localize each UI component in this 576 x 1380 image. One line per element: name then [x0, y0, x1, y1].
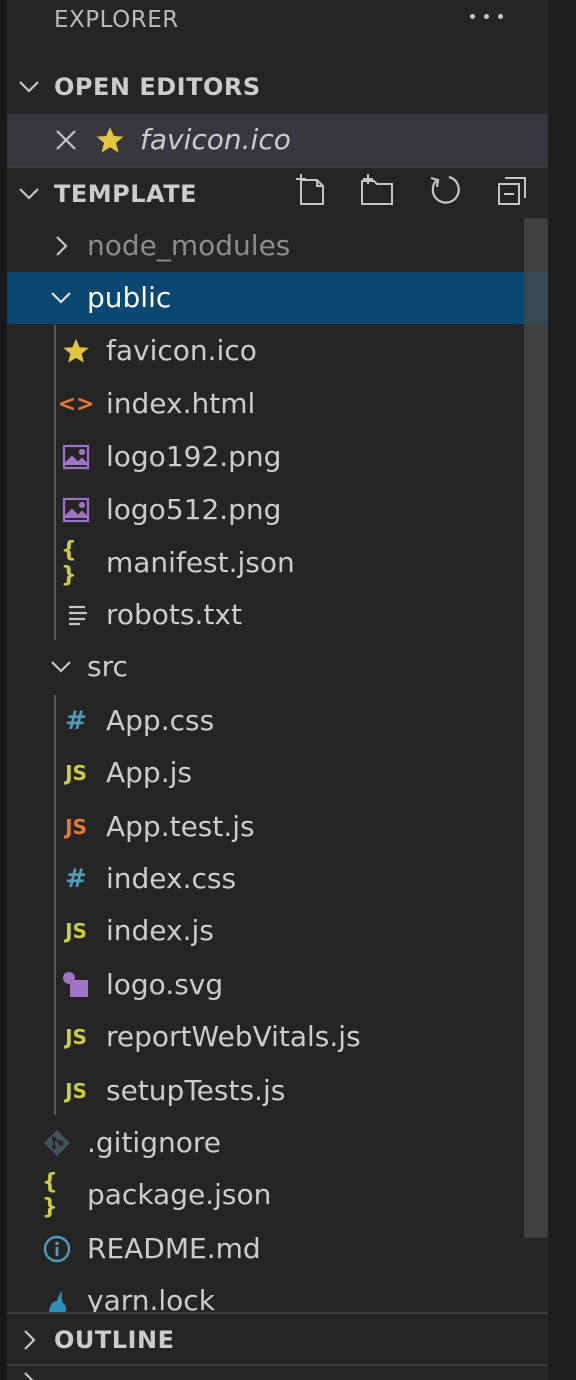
chevron-down-icon: [49, 655, 73, 679]
tree-item-label: README.md: [87, 1232, 261, 1265]
tree-item-label: package.json: [87, 1178, 272, 1211]
tree-file-app-css[interactable]: # App.css: [7, 695, 548, 747]
text-lines-icon: [63, 601, 93, 629]
tree-file-gitignore[interactable]: .gitignore: [7, 1117, 548, 1169]
chevron-down-icon: [17, 182, 41, 206]
chevron-right-icon[interactable]: [17, 1370, 41, 1380]
indent-guide: [54, 325, 56, 640]
tree-item-label: App.css: [106, 704, 215, 737]
chevron-down-icon: [49, 286, 73, 310]
tree-item-label: .gitignore: [87, 1126, 221, 1159]
svg-icon: [61, 971, 91, 999]
outline-label: OUTLINE: [54, 1326, 175, 1354]
section-divider: [7, 166, 548, 168]
tree-item-label: src: [87, 650, 128, 683]
tree-file-logo-svg[interactable]: logo.svg: [7, 959, 548, 1011]
tree-item-label: robots.txt: [106, 598, 242, 631]
tree-folder-node-modules[interactable]: node_modules: [7, 220, 548, 272]
open-editors-header[interactable]: OPEN EDITORS: [7, 65, 548, 109]
tree-file-index-css[interactable]: # index.css: [7, 853, 548, 905]
json-icon: { }: [42, 1170, 58, 1220]
scrollbar[interactable]: [524, 218, 548, 1238]
tree-item-label: favicon.ico: [106, 334, 257, 367]
indent-guide: [54, 695, 56, 1115]
activity-bar-edge: [0, 0, 7, 1380]
editor-edge: [548, 0, 576, 1380]
tree-file-app-js[interactable]: JS App.js: [7, 747, 548, 799]
explorer-sidebar: EXPLORER OPEN EDITORS favicon.ico TEMPLA…: [7, 0, 548, 1380]
tree-file-package-json[interactable]: { } package.json: [7, 1169, 548, 1221]
new-file-icon[interactable]: [293, 172, 329, 208]
tree-item-label: index.html: [106, 387, 256, 420]
tree-item-label: node_modules: [87, 229, 291, 262]
outline-header[interactable]: OUTLINE: [7, 1312, 548, 1366]
js-icon: JS: [65, 919, 87, 943]
js-icon: JS: [65, 1079, 87, 1103]
collapse-all-icon[interactable]: [495, 172, 531, 208]
json-icon: { }: [61, 538, 77, 588]
tree-item-label: public: [87, 281, 172, 314]
explorer-title: EXPLORER: [54, 7, 179, 33]
tree-file-robots[interactable]: robots.txt: [7, 589, 548, 641]
tree-file-index-html[interactable]: <> index.html: [7, 378, 548, 430]
vscode-window: EXPLORER OPEN EDITORS favicon.ico TEMPLA…: [0, 0, 576, 1380]
tree-file-manifest[interactable]: { } manifest.json: [7, 537, 548, 589]
yarn-icon: [42, 1287, 72, 1315]
js-icon: JS: [65, 761, 87, 785]
css-hash-icon: #: [65, 864, 87, 894]
tree-item-label: logo.svg: [106, 968, 224, 1001]
tree-item-label: App.test.js: [106, 810, 255, 843]
tree-file-readme[interactable]: README.md: [7, 1223, 548, 1275]
workspace-label: TEMPLATE: [54, 180, 198, 208]
workspace-header[interactable]: TEMPLATE: [7, 172, 548, 216]
image-icon: [61, 496, 91, 524]
tree-file-favicon[interactable]: favicon.ico: [7, 325, 548, 377]
chevron-right-icon: [17, 1328, 41, 1352]
star-icon: [95, 125, 125, 155]
tree-folder-public[interactable]: public: [7, 272, 548, 324]
tree-item-label: reportWebVitals.js: [106, 1020, 361, 1053]
git-icon: [42, 1129, 72, 1157]
section-divider: [7, 1364, 548, 1366]
close-icon[interactable]: [53, 127, 79, 153]
tree-file-logo192[interactable]: logo192.png: [7, 431, 548, 483]
tree-file-report-web-vitals[interactable]: JS reportWebVitals.js: [7, 1011, 548, 1063]
refresh-icon[interactable]: [427, 172, 463, 208]
open-editors-label: OPEN EDITORS: [54, 73, 261, 101]
open-editor-item[interactable]: favicon.ico: [7, 114, 548, 166]
tree-folder-src[interactable]: src: [7, 641, 548, 693]
tree-file-app-test-js[interactable]: JS App.test.js: [7, 801, 548, 853]
tree-file-index-js[interactable]: JS index.js: [7, 905, 548, 957]
chevron-down-icon: [17, 75, 41, 99]
tree-item-label: logo512.png: [106, 493, 282, 526]
tree-item-label: App.js: [106, 756, 192, 789]
chevron-right-icon: [49, 234, 73, 258]
info-icon: [42, 1235, 72, 1263]
js-icon: JS: [65, 1025, 87, 1049]
tree-item-label: logo192.png: [106, 440, 282, 473]
html-icon: <>: [57, 391, 95, 417]
tree-file-setup-tests[interactable]: JS setupTests.js: [7, 1065, 548, 1117]
tree-item-label: index.js: [106, 914, 214, 947]
new-folder-icon[interactable]: [359, 172, 395, 208]
star-icon: [61, 337, 91, 365]
tree-item-label: setupTests.js: [106, 1074, 286, 1107]
tree-item-label: index.css: [106, 862, 237, 895]
tree-item-label: manifest.json: [106, 546, 295, 579]
open-editor-filename: favicon.ico: [140, 123, 291, 156]
js-test-icon: JS: [65, 815, 87, 839]
more-actions-icon[interactable]: [470, 14, 510, 22]
tree-file-logo512[interactable]: logo512.png: [7, 484, 548, 536]
image-icon: [61, 443, 91, 471]
css-hash-icon: #: [65, 706, 87, 736]
